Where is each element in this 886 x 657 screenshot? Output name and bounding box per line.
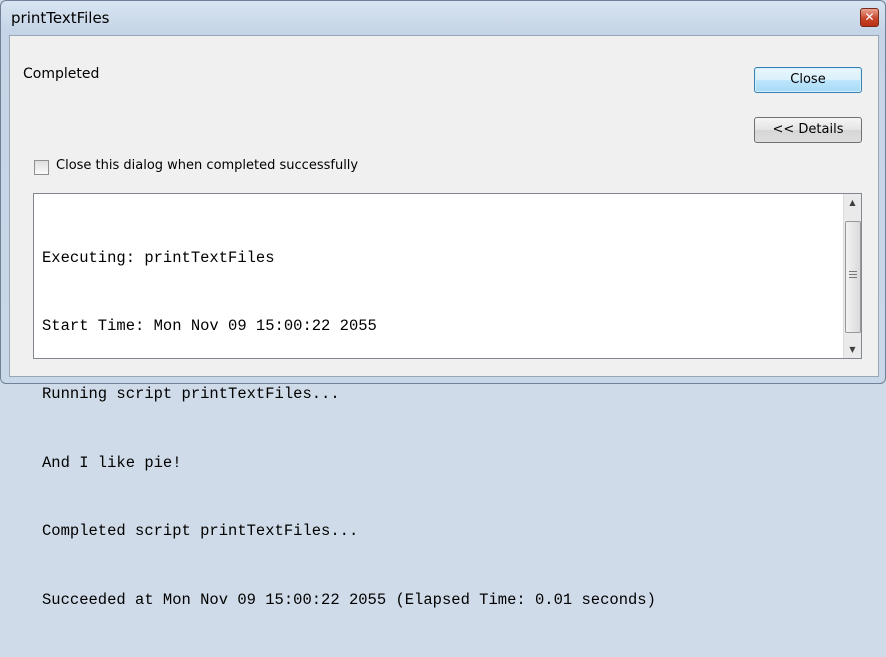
- scrollbar-thumb[interactable]: [845, 221, 861, 333]
- log-line: Completed script printTextFiles...: [42, 522, 359, 541]
- log-line: Succeeded at Mon Nov 09 15:00:22 2055 (E…: [42, 590, 656, 609]
- details-button[interactable]: << Details: [754, 117, 862, 143]
- log-lines: Executing: printTextFiles Start Time: Mo…: [42, 201, 842, 657]
- output-log[interactable]: Executing: printTextFiles Start Time: Mo…: [33, 193, 862, 609]
- close-when-completed-label: Close this dialog when completed success…: [56, 158, 359, 173]
- grip-icon: [849, 271, 857, 279]
- chevron-up-icon[interactable]: ▲: [844, 194, 861, 211]
- title-bar[interactable]: printTextFiles ✕: [1, 1, 885, 35]
- log-line: Running script printTextFiles...: [42, 385, 340, 404]
- close-when-completed-checkbox[interactable]: [34, 160, 49, 175]
- status-text: Completed: [23, 66, 100, 82]
- close-icon[interactable]: ✕: [860, 8, 879, 27]
- vertical-scrollbar[interactable]: ▲ ▼: [843, 194, 861, 358]
- log-line: Start Time: Mon Nov 09 15:00:22 2055: [42, 316, 377, 335]
- close-button[interactable]: Close: [754, 67, 862, 93]
- log-line: And I like pie!: [42, 453, 182, 472]
- log-line: Executing: printTextFiles: [42, 248, 275, 267]
- window-title: printTextFiles: [11, 9, 110, 27]
- chevron-down-icon[interactable]: ▼: [844, 341, 861, 358]
